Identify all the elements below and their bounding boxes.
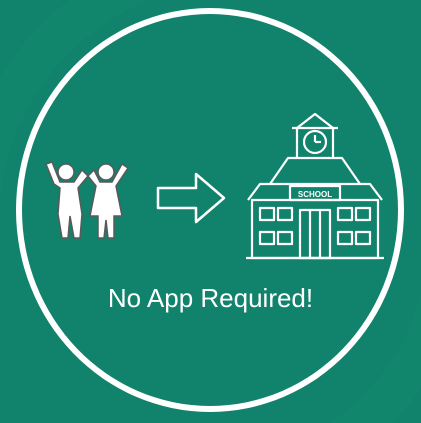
tagline-text: No App Required! [107,283,314,313]
children-icon [45,161,130,239]
school-sign-text: SCHOOL [298,190,332,199]
arrow-right-icon [156,172,226,224]
school-building-icon: SCHOOL [246,112,384,260]
badge-graphic: SCHOOL No App Required! [0,0,421,423]
